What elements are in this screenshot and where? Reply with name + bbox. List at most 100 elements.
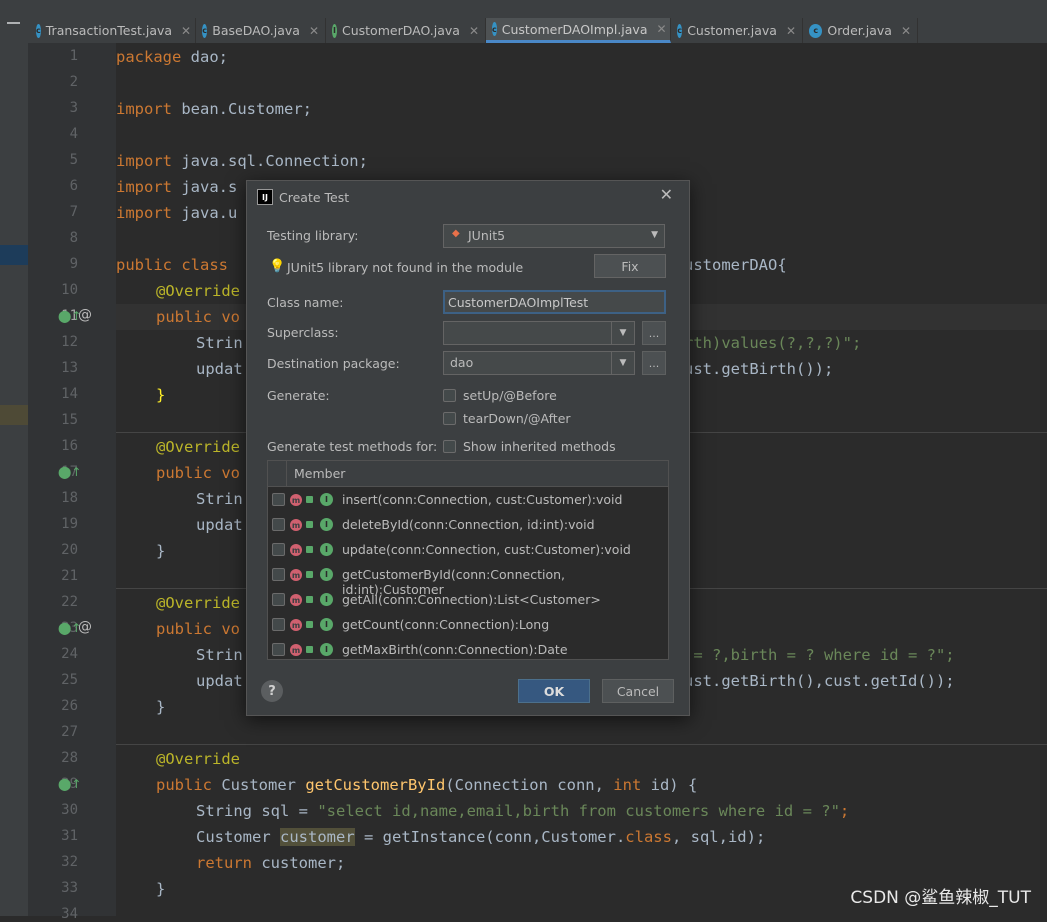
chevron-down-icon: ▼ [611, 322, 634, 344]
code-line: import java.sql.Connection; [116, 152, 368, 170]
package-browse-button[interactable]: ... [642, 351, 666, 375]
implements-icon: I [320, 543, 333, 556]
method-icon: m [290, 544, 302, 556]
member-row[interactable]: m I insert(conn:Connection, cust:Custome… [268, 487, 668, 512]
close-icon[interactable]: ✕ [309, 24, 319, 38]
member-label: getMaxBirth(conn:Connection):Date [342, 642, 568, 657]
member-label: update(conn:Connection, cust:Customer):v… [342, 542, 631, 557]
class-name-field[interactable]: CustomerDAOImplTest [443, 290, 666, 314]
line-number: 27 [61, 724, 78, 740]
member-checkbox[interactable] [272, 518, 285, 531]
ok-button[interactable]: OK [518, 679, 590, 703]
line-number: 6 [69, 178, 78, 194]
member-checkbox[interactable] [272, 568, 285, 581]
close-icon[interactable]: ✕ [786, 24, 796, 38]
cancel-button[interactable]: Cancel [602, 679, 674, 703]
member-checkbox[interactable] [272, 493, 285, 506]
code-line: updat [196, 516, 243, 534]
line-number: 1 [69, 48, 78, 64]
editor-tab-bar: c TransactionTest.java ✕ c BaseDAO.java … [0, 0, 1047, 43]
public-icon [306, 646, 313, 653]
destination-package-select[interactable]: dao ▼ [443, 351, 635, 375]
code-line: ust.getBirth(),cust.getId()); [684, 672, 955, 690]
line-number: 5 [69, 152, 78, 168]
lightbulb-icon: 💡 [269, 259, 286, 274]
member-checkbox[interactable] [272, 543, 285, 556]
tab-basedao[interactable]: c BaseDAO.java ✕ [196, 18, 326, 43]
tab-transactiontest[interactable]: c TransactionTest.java ✕ [30, 18, 196, 43]
line-number: 24 [61, 646, 78, 662]
line-number: 21 [61, 568, 78, 584]
left-tool-strip [0, 43, 28, 916]
member-checkbox[interactable] [272, 593, 285, 606]
member-label: getCount(conn:Connection):Long [342, 617, 550, 632]
testing-library-value: JUnit5 [468, 228, 506, 243]
implements-icon: I [320, 643, 333, 656]
member-checkbox[interactable] [272, 643, 285, 656]
collapse-icon[interactable] [7, 22, 20, 24]
close-icon[interactable]: ✕ [656, 22, 666, 36]
generate-label: Generate: [267, 388, 330, 403]
close-icon[interactable]: ✕ [901, 24, 911, 38]
close-icon[interactable]: ✕ [181, 24, 191, 38]
code-line: updat [196, 360, 243, 378]
code-line: package dao; [116, 48, 228, 66]
close-icon[interactable]: ✕ [660, 185, 673, 204]
member-checkbox[interactable] [272, 618, 285, 631]
line-number: 30 [61, 802, 78, 818]
class-icon: c [492, 22, 497, 36]
line-number-gutter[interactable]: 1 2 3 4 5 6 7 8 9 10 11 12 13 14 15 16 17 18 19 20 21 22 23 24 2… [28, 43, 116, 922]
tab-order[interactable]: c Order.java ✕ [803, 18, 918, 43]
line-number: 8 [69, 230, 78, 246]
close-icon[interactable]: ✕ [469, 24, 479, 38]
generate-methods-label: Generate test methods for: [267, 439, 438, 454]
scroll-marker [0, 405, 28, 425]
member-row[interactable]: m I deleteById(conn:Connection, id:int):… [268, 512, 668, 537]
fix-button[interactable]: Fix [594, 254, 666, 278]
member-row[interactable]: m I update(conn:Connection, cust:Custome… [268, 537, 668, 562]
line-number: 12 [61, 334, 78, 350]
show-inherited-checkbox[interactable] [443, 440, 456, 453]
member-row[interactable]: m I getCount(conn:Connection):Long [268, 612, 668, 637]
superclass-select[interactable]: ▼ [443, 321, 635, 345]
teardown-label: tearDown/@After [463, 411, 571, 426]
line-number: 16 [61, 438, 78, 454]
member-row[interactable]: m I getAll(conn:Connection):List<Custome… [268, 587, 668, 612]
implements-method-icon[interactable]: ⬤↑ [58, 777, 81, 791]
code-line: Strin [196, 646, 243, 664]
line-number: 19 [61, 516, 78, 532]
tab-customerdaoimpl[interactable]: c CustomerDAOImpl.java ✕ [486, 18, 671, 43]
tab-customer[interactable]: c Customer.java ✕ [671, 18, 803, 43]
public-icon [306, 621, 313, 628]
testing-library-select[interactable]: ◆ JUnit5 ▼ [443, 224, 665, 248]
superclass-label: Superclass: [267, 325, 339, 340]
line-number: 20 [61, 542, 78, 558]
setup-checkbox[interactable] [443, 389, 456, 402]
code-line: @Override [156, 594, 240, 612]
tab-customerdao[interactable]: I CustomerDAO.java ✕ [326, 18, 486, 43]
member-row[interactable]: m I getMaxBirth(conn:Connection):Date [268, 637, 668, 662]
code-line: } [156, 386, 166, 404]
implements-icon: I [320, 618, 333, 631]
superclass-browse-button[interactable]: ... [642, 321, 666, 345]
code-line: import bean.Customer; [116, 100, 312, 118]
line-number: 2 [69, 74, 78, 90]
annotation-icon: @ [78, 619, 92, 635]
annotation-icon: @ [78, 307, 92, 323]
member-column-header[interactable]: Member [294, 466, 345, 481]
code-line: public vo [156, 308, 240, 326]
teardown-checkbox[interactable] [443, 412, 456, 425]
code-line: import java.s [116, 178, 238, 196]
code-line: Customer customer = getInstance(conn,Cus… [196, 828, 766, 846]
line-number: 32 [61, 854, 78, 870]
method-icon: m [290, 619, 302, 631]
create-test-dialog: IJ Create Test ✕ Testing library: ◆ JUni… [246, 180, 690, 716]
setup-label: setUp/@Before [463, 388, 557, 403]
implements-method-icon[interactable]: ⬤↑ [58, 465, 81, 479]
class-name-value: CustomerDAOImplTest [448, 295, 589, 310]
code-line: } [156, 542, 166, 560]
code-line: public vo [156, 464, 240, 482]
help-button[interactable]: ? [261, 680, 283, 702]
member-row[interactable]: m I getCustomerById(conn:Connection, id:… [268, 562, 668, 597]
class-name-label: Class name: [267, 295, 344, 310]
